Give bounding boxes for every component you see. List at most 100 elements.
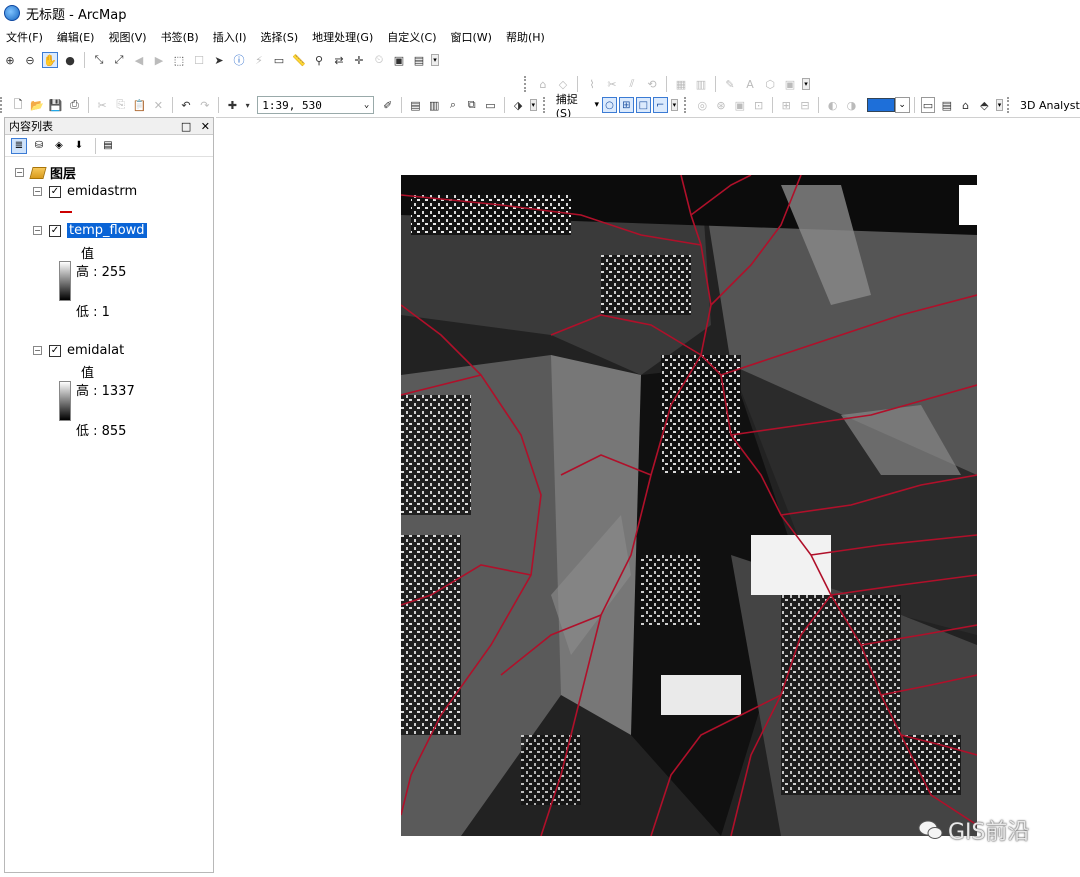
pan-hand-icon[interactable]: ✋ [42, 52, 58, 68]
menu-edit[interactable]: 编辑(E) [57, 29, 95, 45]
menu-customize[interactable]: 自定义(C) [387, 29, 436, 45]
end-snapping-icon[interactable]: ⊞ [618, 97, 634, 113]
transparency-swatch[interactable] [866, 98, 895, 112]
brightness-icon[interactable]: ◑ [844, 97, 859, 113]
model-builder-icon[interactable]: ⬗ [511, 97, 526, 113]
add-control-points-icon[interactable]: ⊞ [779, 97, 794, 113]
zoom-in-icon[interactable]: ⊕ [2, 52, 18, 68]
layer-visibility-checkbox[interactable]: ✓ [49, 344, 61, 357]
go-back-icon[interactable]: ◀ [131, 52, 147, 68]
full-extent-globe-icon[interactable]: ● [62, 52, 78, 68]
create-features-icon[interactable]: ✎ [722, 76, 738, 92]
toolbar-overflow-button[interactable]: ▾ [995, 99, 1004, 111]
snapping-menu[interactable]: 捕捉(S) [556, 91, 591, 120]
redo-icon[interactable]: ↷ [197, 97, 212, 113]
table-of-contents-icon[interactable]: ▤ [408, 97, 423, 113]
chevron-down-icon[interactable]: ⌄ [894, 97, 910, 113]
list-by-drawing-order-icon[interactable]: ≣ [11, 137, 27, 154]
3d-analyst-toolbar-label[interactable]: 3D Analyst [1020, 99, 1080, 112]
html-popup-icon[interactable]: ▭ [271, 52, 287, 68]
point-snapping-icon[interactable]: ○ [601, 97, 617, 113]
toolbar-overflow-button[interactable]: ▾ [802, 78, 810, 90]
edge-snapping-icon[interactable]: ⌐ [652, 97, 668, 113]
menu-selection[interactable]: 选择(S) [261, 29, 299, 45]
delete-icon[interactable]: ✕ [151, 97, 166, 113]
select-elements-arrow-icon[interactable]: ➤ [211, 52, 227, 68]
raster-map-view[interactable] [401, 175, 977, 836]
copy-icon[interactable]: ⎘ [113, 97, 128, 113]
topology-icon[interactable]: ⬡ [762, 76, 778, 92]
layer-name[interactable]: temp_flowd [67, 223, 147, 238]
search-window-icon[interactable]: ⌕ [446, 97, 461, 113]
catalog-window-icon[interactable]: ▥ [427, 97, 442, 113]
menu-geoprocessing[interactable]: 地理处理(G) [312, 29, 373, 45]
python-window-icon[interactable]: ▭ [483, 97, 498, 113]
new-document-icon[interactable]: 🗋 [11, 97, 26, 113]
print-icon[interactable]: ⎙ [67, 97, 82, 113]
fixed-zoom-in-icon[interactable]: ⤡ [91, 52, 107, 68]
edit-tool-icon[interactable]: ⌂ [535, 76, 551, 92]
layer-emidalat[interactable]: − ✓ emidalat [33, 343, 124, 358]
menu-view[interactable]: 视图(V) [108, 29, 146, 45]
go-forward-icon[interactable]: ▶ [151, 52, 167, 68]
menu-file[interactable]: 文件(F) [6, 29, 43, 45]
list-by-source-icon[interactable]: ⛁ [31, 138, 47, 154]
toolbar-grip[interactable] [684, 97, 690, 113]
editor-toolbar-icon[interactable]: ✐ [380, 97, 395, 113]
layer-visibility-checkbox[interactable]: ✓ [49, 185, 61, 198]
save-icon[interactable]: 💾 [48, 97, 63, 113]
find-route-icon[interactable]: ⇄ [331, 52, 347, 68]
menu-help[interactable]: 帮助(H) [506, 29, 545, 45]
clear-selection-icon[interactable]: ☐ [191, 52, 207, 68]
zoom-out-icon[interactable]: ⊖ [22, 52, 38, 68]
collapse-icon[interactable]: − [33, 226, 42, 235]
contrast-icon[interactable]: ◐ [825, 97, 840, 113]
layer-name[interactable]: emidastrm [67, 184, 137, 199]
layer-properties-icon[interactable]: ▤ [939, 97, 954, 113]
rotate-raster-icon[interactable]: ⊛ [714, 97, 729, 113]
split-icon[interactable]: ⫽ [624, 76, 640, 92]
add-data-dropdown-icon[interactable]: ▾ [244, 97, 251, 113]
toolbar-grip[interactable] [543, 97, 549, 113]
collapse-icon[interactable]: − [15, 168, 24, 177]
toolbar-grip[interactable] [0, 97, 6, 113]
edit-annotation-icon[interactable]: A [742, 76, 758, 92]
vertex-snapping-icon[interactable]: □ [635, 97, 651, 113]
layer-visibility-checkbox[interactable]: ✓ [49, 224, 61, 237]
toolbar-overflow-button[interactable]: ▾ [529, 99, 538, 111]
georeference-icon[interactable]: ◎ [695, 97, 710, 113]
collapse-icon[interactable]: − [33, 187, 42, 196]
editor-options-icon[interactable]: ▣ [782, 76, 798, 92]
list-by-visibility-icon[interactable]: ◈ [51, 138, 67, 154]
time-slider-icon[interactable]: ⏲ [371, 52, 387, 68]
toolbar-overflow-button[interactable]: ▾ [670, 99, 679, 111]
sketch-properties-icon[interactable]: ▥ [693, 76, 709, 92]
layout-view-icon[interactable]: ▭ [920, 97, 936, 113]
layer-emidastrm[interactable]: − ✓ emidastrm [33, 184, 137, 199]
select-features-icon[interactable]: ⬚ [171, 52, 187, 68]
grayscale-ramp[interactable] [59, 261, 71, 301]
layer-name[interactable]: emidalat [67, 343, 124, 358]
fit-display-icon[interactable]: ▣ [732, 97, 747, 113]
view-link-table-icon[interactable]: ⊟ [798, 97, 813, 113]
3d-globe-icon[interactable]: ⬘ [977, 97, 992, 113]
cut-icon[interactable]: ✂ [95, 97, 110, 113]
undo-icon[interactable]: ↶ [179, 97, 194, 113]
collapse-icon[interactable]: − [33, 346, 42, 355]
attributes-icon[interactable]: ▦ [673, 76, 689, 92]
snapping-dropdown-icon[interactable]: ▾ [594, 100, 599, 110]
measure-icon[interactable]: 📏 [291, 52, 307, 68]
layers-root[interactable]: − 图层 [15, 163, 76, 182]
arctoolbox-icon[interactable]: ⧉ [464, 97, 479, 113]
options-icon[interactable]: ▤ [100, 138, 116, 154]
close-icon[interactable]: ✕ [201, 120, 210, 133]
menu-windows[interactable]: 窗口(W) [451, 29, 492, 45]
cut-polygons-icon[interactable]: ✂ [604, 76, 620, 92]
layer-temp-flowd[interactable]: − ✓ temp_flowd [33, 223, 147, 238]
overview-window-icon[interactable]: ▤ [411, 52, 427, 68]
grayscale-ramp[interactable] [59, 381, 71, 421]
map-scale-combobox[interactable]: 1:39, 530 ⌄ [257, 96, 375, 114]
rotate-icon[interactable]: ⟲ [644, 76, 660, 92]
hyperlink-icon[interactable]: ⚡ [251, 52, 267, 68]
toolbar-grip[interactable] [524, 76, 530, 92]
